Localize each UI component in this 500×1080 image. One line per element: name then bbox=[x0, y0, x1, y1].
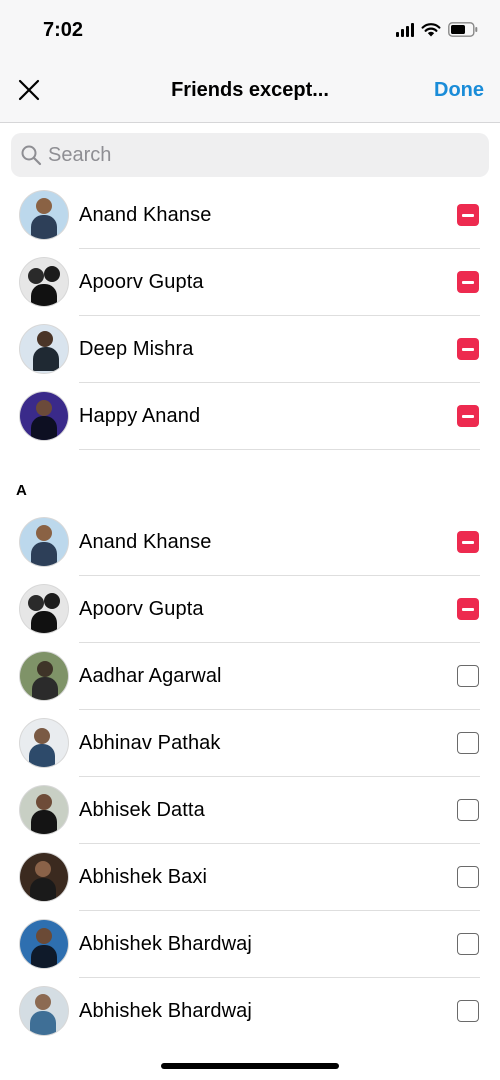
remove-checkbox[interactable] bbox=[457, 271, 479, 293]
friend-name: Abhisek Datta bbox=[79, 799, 205, 821]
wifi-icon bbox=[421, 22, 441, 36]
friend-name: Abhishek Baxi bbox=[79, 866, 208, 888]
status-time: 7:02 bbox=[43, 19, 84, 41]
select-checkbox[interactable] bbox=[457, 1000, 479, 1022]
friend-name: Anand Khanse bbox=[79, 531, 212, 553]
friend-row[interactable]: Apoorv Gupta bbox=[0, 576, 500, 643]
friend-row[interactable]: Abhisek Datta bbox=[0, 777, 500, 844]
row-divider bbox=[79, 449, 480, 450]
avatar bbox=[20, 585, 68, 633]
friend-name: Abhishek Bhardwaj bbox=[79, 1000, 252, 1022]
avatar bbox=[20, 719, 68, 767]
home-indicator bbox=[161, 1063, 339, 1069]
selected-friend-row[interactable]: Apoorv Gupta bbox=[0, 249, 500, 316]
header-bar: 7:02 Friends except... Done bbox=[0, 0, 500, 123]
friend-row[interactable]: Abhishek Bhardwaj bbox=[0, 911, 500, 978]
remove-checkbox[interactable] bbox=[457, 204, 479, 226]
friend-row[interactable]: Anand Khanse bbox=[0, 509, 500, 576]
selected-friend-row[interactable]: Deep Mishra bbox=[0, 316, 500, 383]
avatar bbox=[20, 518, 68, 566]
avatar bbox=[20, 191, 68, 239]
friend-name: Apoorv Gupta bbox=[79, 598, 204, 620]
avatar bbox=[20, 392, 68, 440]
select-checkbox[interactable] bbox=[457, 933, 479, 955]
friend-row[interactable]: Abhishek Baxi bbox=[0, 844, 500, 911]
search-placeholder: Search bbox=[48, 143, 112, 166]
avatar bbox=[20, 258, 68, 306]
remove-checkbox[interactable] bbox=[457, 531, 479, 553]
avatar bbox=[20, 325, 68, 373]
search-icon bbox=[21, 145, 42, 166]
avatar bbox=[20, 853, 68, 901]
avatar bbox=[20, 786, 68, 834]
friend-name: Happy Anand bbox=[79, 405, 201, 427]
status-icons bbox=[396, 21, 478, 37]
search-input[interactable]: Search bbox=[11, 133, 489, 177]
remove-checkbox[interactable] bbox=[457, 405, 479, 427]
page-title: Friends except... bbox=[171, 79, 329, 101]
section-header: A bbox=[16, 482, 27, 499]
friend-row[interactable]: Abhishek Bhardwaj bbox=[0, 978, 500, 1045]
friend-name: Deep Mishra bbox=[79, 338, 194, 360]
avatar bbox=[20, 920, 68, 968]
cellular-signal-icon bbox=[396, 21, 414, 37]
select-checkbox[interactable] bbox=[457, 866, 479, 888]
selected-friend-row[interactable]: Happy Anand bbox=[0, 383, 500, 450]
friend-name: Apoorv Gupta bbox=[79, 271, 204, 293]
friend-name: Anand Khanse bbox=[79, 204, 212, 226]
select-checkbox[interactable] bbox=[457, 799, 479, 821]
remove-checkbox[interactable] bbox=[457, 338, 479, 360]
selected-friend-row[interactable]: Anand Khanse bbox=[0, 182, 500, 249]
friend-name: Abhinav Pathak bbox=[79, 732, 221, 754]
select-checkbox[interactable] bbox=[457, 665, 479, 687]
friend-row[interactable]: Abhinav Pathak bbox=[0, 710, 500, 777]
remove-checkbox[interactable] bbox=[457, 598, 479, 620]
battery-icon bbox=[448, 21, 478, 37]
friend-name: Aadhar Agarwal bbox=[79, 665, 222, 687]
avatar bbox=[20, 987, 68, 1035]
friend-name: Abhishek Bhardwaj bbox=[79, 933, 252, 955]
done-button[interactable]: Done bbox=[434, 79, 484, 102]
select-checkbox[interactable] bbox=[457, 732, 479, 754]
friend-row[interactable]: Aadhar Agarwal bbox=[0, 643, 500, 710]
avatar bbox=[20, 652, 68, 700]
